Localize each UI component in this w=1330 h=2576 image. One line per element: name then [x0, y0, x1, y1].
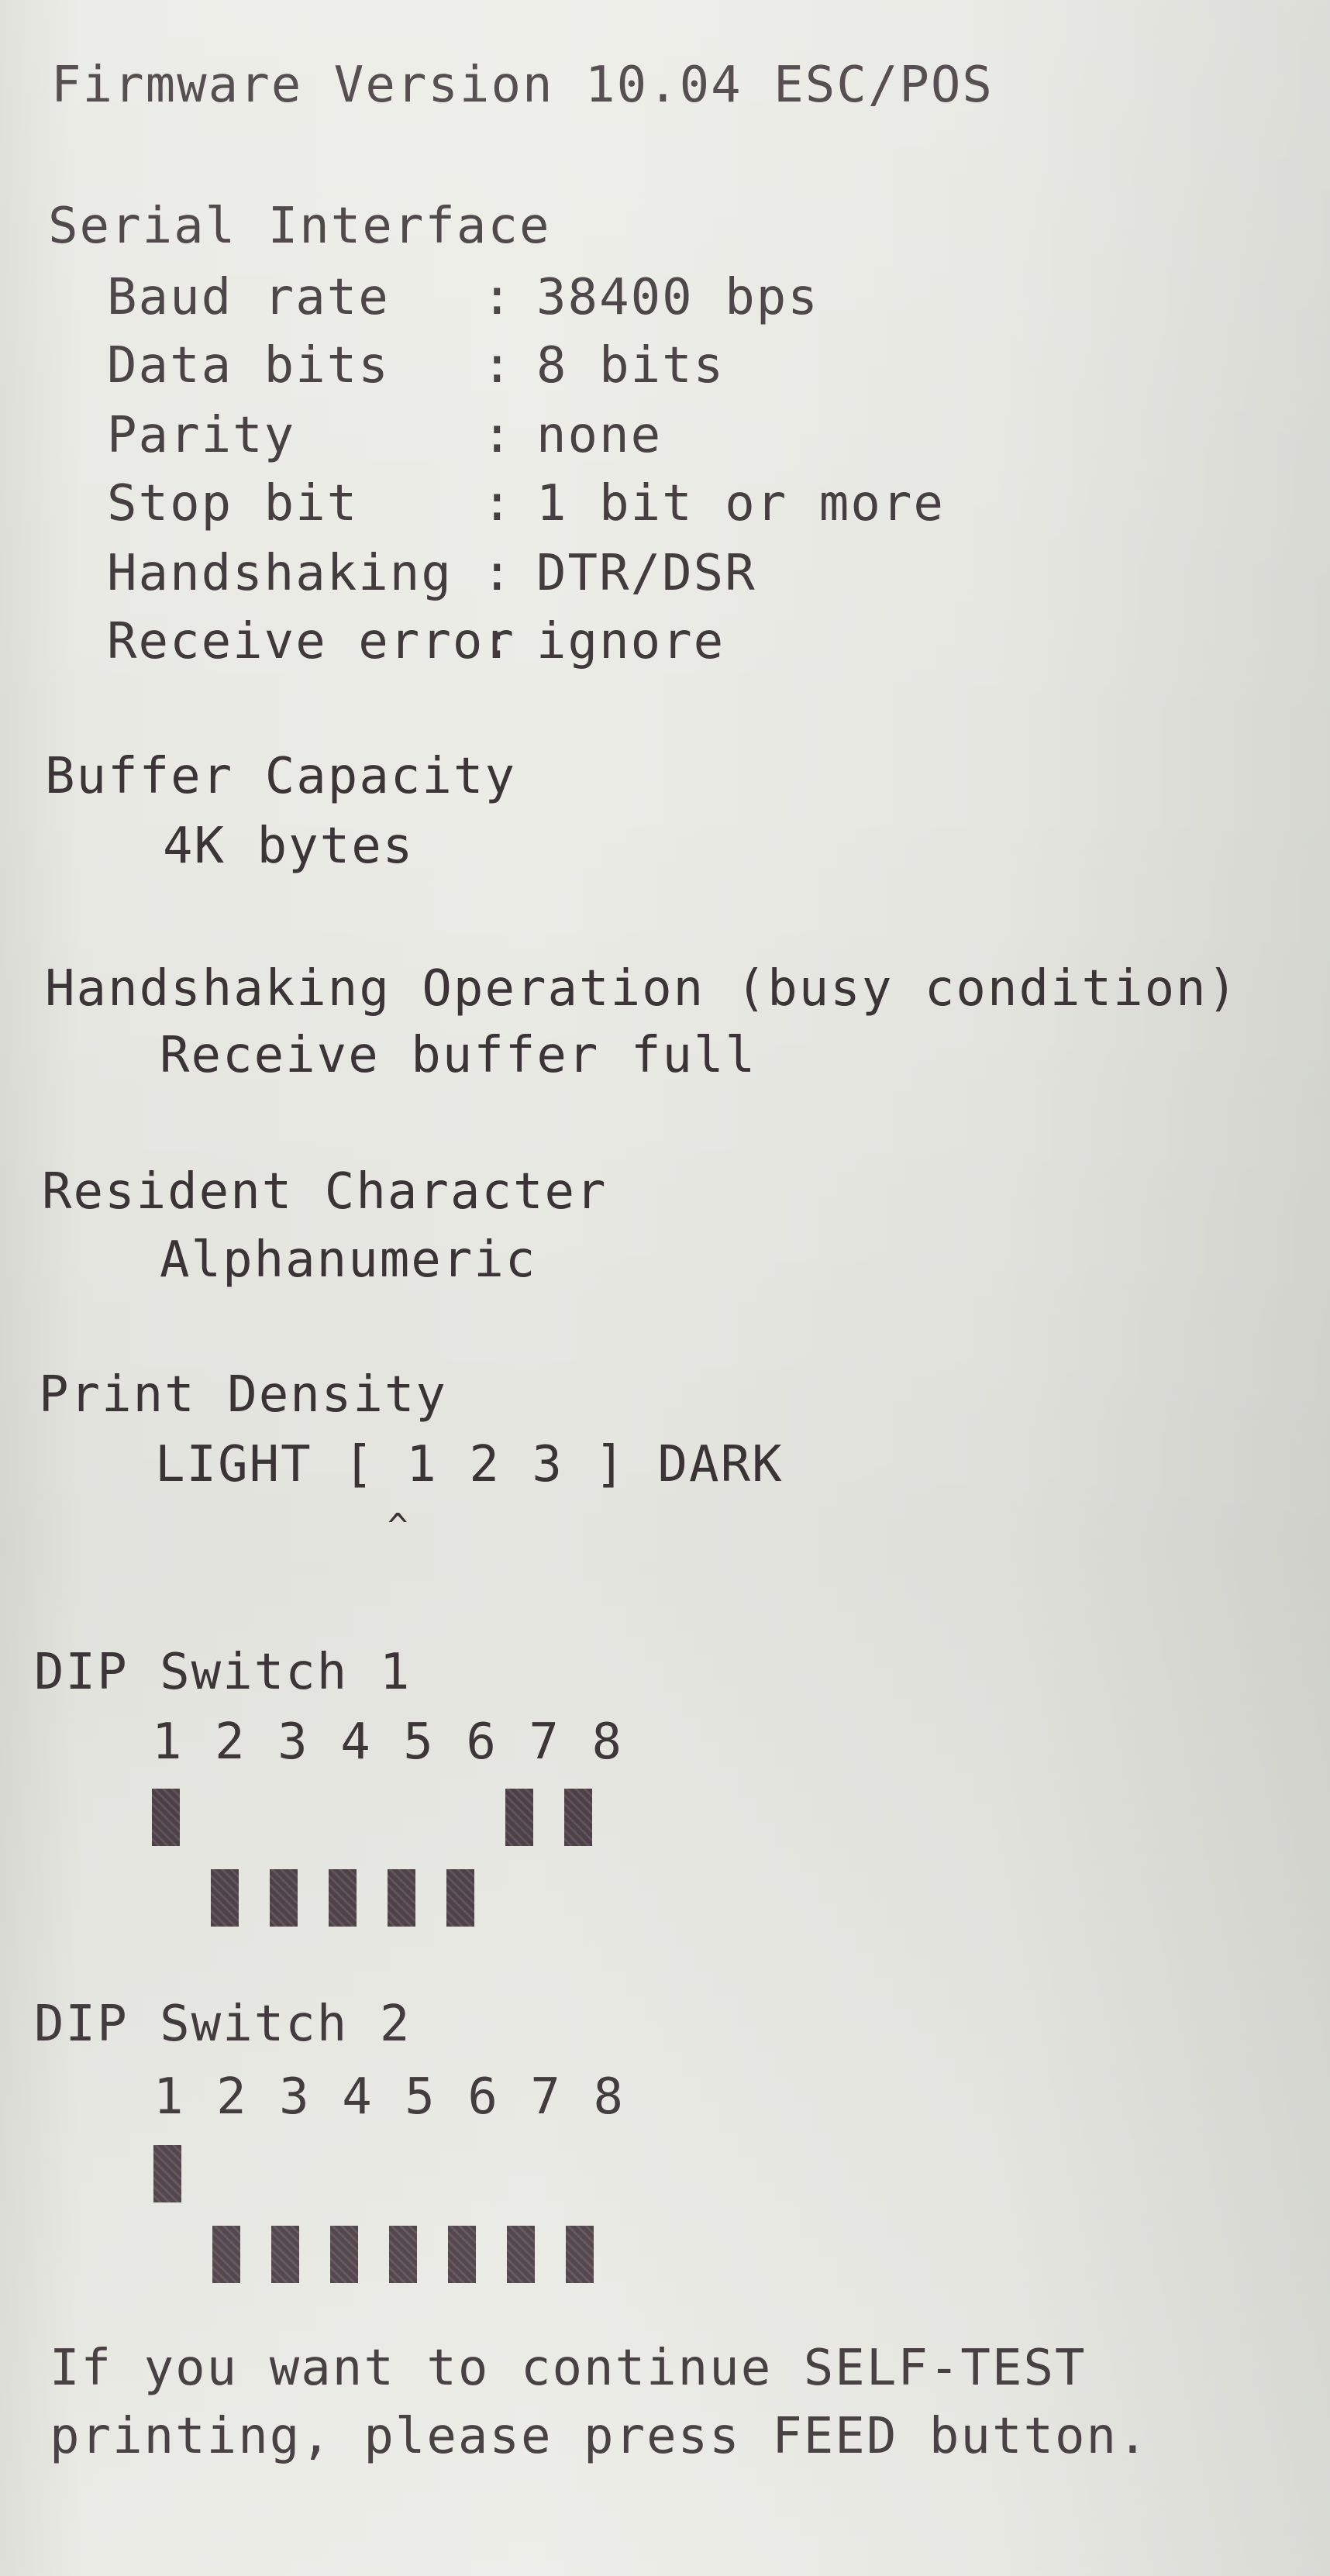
serial-value: 8 bits [536, 337, 725, 394]
dip-switch-3-off-marker [271, 2226, 299, 2283]
handshaking-operation-value: Receive buffer full [160, 1027, 757, 1084]
resident-character-title: Resident Character [42, 1163, 608, 1221]
dip-switch-2-title: DIP Switch 2 [34, 1996, 412, 2053]
print-density-scale: LIGHT [ 1 2 3 ] DARK [155, 1436, 784, 1493]
serial-sep: : [482, 269, 514, 326]
dip-switch-5-off-marker [388, 1869, 415, 1927]
dip-switch-7-on-marker [505, 1789, 533, 1846]
footer-line-1: If you want to continue SELF-TEST [50, 2340, 1087, 2397]
serial-key: Parity [107, 407, 296, 464]
serial-sep: : [482, 407, 514, 464]
serial-value: 38400 bps [536, 269, 819, 326]
dip-switch-2-blocks [153, 2145, 649, 2283]
dip-switch-1-on-marker [152, 1789, 180, 1846]
dip-switch-1-title: DIP Switch 1 [34, 1644, 412, 1701]
serial-sep: : [482, 613, 514, 670]
dip-switch-6-off-marker [446, 1869, 474, 1927]
dip-switch-4-off-marker [330, 2226, 358, 2283]
handshaking-operation-title: Handshaking Operation (busy condition) [45, 960, 1239, 1018]
dip-switch-5-off-marker [389, 2226, 417, 2283]
print-density-caret: ^ [388, 1507, 410, 1546]
serial-key: Baud rate [107, 269, 390, 326]
dip-switch-1-on-marker [153, 2145, 181, 2202]
serial-key: Receive error [107, 613, 515, 670]
buffer-capacity-title: Buffer Capacity [45, 748, 516, 805]
dip-switch-2-off-marker [211, 1869, 239, 1927]
serial-sep: : [482, 337, 514, 394]
buffer-capacity-value: 4K bytes [163, 818, 415, 875]
dip-switch-6-off-marker [448, 2226, 476, 2283]
serial-sep: : [482, 545, 514, 602]
dip-switch-1-numbers: 1 2 3 4 5 6 7 8 [152, 1713, 623, 1771]
dip-switch-8-on-marker [564, 1789, 592, 1846]
firmware-version: Firmware Version 10.04 ESC/POS [51, 57, 994, 114]
receipt-paper: Firmware Version 10.04 ESC/POS Serial In… [0, 0, 1330, 2576]
serial-value: DTR/DSR [536, 545, 756, 602]
dip-switch-7-off-marker [507, 2226, 535, 2283]
dip-switch-1-blocks [152, 1789, 648, 1927]
serial-key: Stop bit [107, 475, 359, 532]
dip-switch-2-numbers: 1 2 3 4 5 6 7 8 [153, 2068, 625, 2126]
serial-interface-title: Serial Interface [48, 198, 551, 255]
serial-sep: : [482, 475, 514, 532]
serial-value: 1 bit or more [536, 475, 945, 532]
footer-line-2: printing, please press FEED button. [50, 2408, 1149, 2465]
dip-switch-4-off-marker [329, 1869, 357, 1927]
serial-value: ignore [536, 613, 725, 670]
serial-value: none [536, 407, 663, 464]
dip-switch-8-off-marker [566, 2226, 594, 2283]
resident-character-value: Alphanumeric [160, 1231, 537, 1289]
dip-switch-2-off-marker [212, 2226, 240, 2283]
print-density-title: Print Density [39, 1366, 447, 1424]
serial-key: Data bits [107, 337, 390, 394]
dip-switch-3-off-marker [270, 1869, 298, 1927]
serial-key: Handshaking [107, 545, 453, 602]
